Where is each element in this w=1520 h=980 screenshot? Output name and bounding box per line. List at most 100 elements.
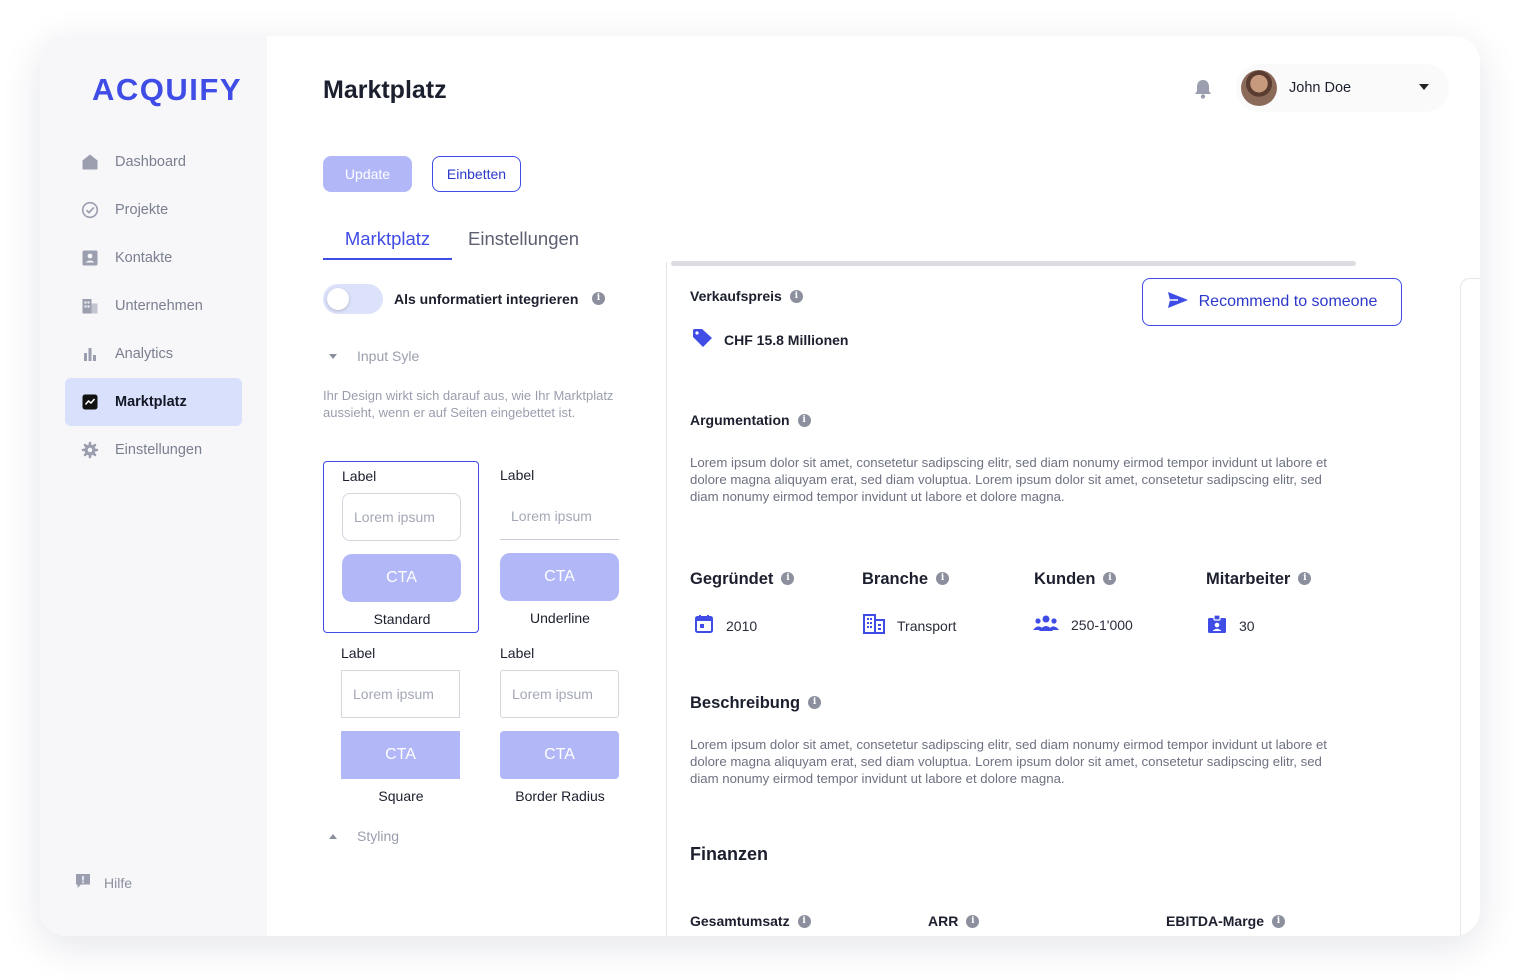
sidebar-item-label: Projekte [115, 202, 169, 218]
caret-down-icon [329, 353, 337, 359]
stat-label-industry: Branche i [862, 570, 950, 589]
user-menu[interactable]: John Doe [1236, 64, 1449, 112]
finance-field-ebitda: EBITDA-Marge i [1166, 913, 1286, 929]
contact-card-icon [81, 249, 99, 267]
sample-label: Label [341, 645, 376, 661]
raw-embed-toggle[interactable] [323, 284, 383, 314]
tab-marktplatz[interactable]: Marktplatz [323, 228, 452, 260]
stat-value: 30 [1239, 617, 1255, 634]
sidebar-item-unternehmen[interactable]: Unternehmen [65, 282, 242, 330]
app-window: ACQUIFY Dashboard Projekte Kontakte Unte… [40, 36, 1480, 936]
stat-industry: Transport [863, 614, 956, 637]
stat-label-text: Branche [862, 570, 929, 588]
people-icon [1033, 614, 1059, 635]
bar-chart-icon [81, 345, 99, 363]
description-text: Lorem ipsum dolor sit amet, consetetur s… [690, 737, 1327, 786]
notification-bell-icon[interactable] [1193, 78, 1213, 105]
field-label-text: Argumentation [690, 412, 790, 428]
sidebar-item-kontakte[interactable]: Kontakte [65, 234, 242, 282]
stat-value: 2010 [726, 617, 758, 634]
info-icon[interactable]: i [936, 572, 950, 586]
sidebar: ACQUIFY Dashboard Projekte Kontakte Unte… [40, 36, 267, 936]
price-value: CHF 15.8 Millionen [692, 328, 848, 351]
sidebar-item-marktplatz[interactable]: Marktplatz [65, 378, 242, 426]
finance-title: Finanzen [690, 844, 769, 864]
design-description: Ihr Design wirkt sich darauf aus, wie Ih… [323, 388, 614, 420]
page-title: Marktplatz [323, 76, 447, 104]
help-chat-icon [74, 872, 92, 893]
stat-label-text: Mitarbeiter [1206, 570, 1291, 588]
style-option-underline[interactable]: Label Lorem ipsum CTA Underline [482, 461, 638, 633]
sidebar-item-label: Kontakte [115, 250, 173, 266]
field-label-text: Beschreibung [690, 694, 801, 712]
stat-founded: 2010 [694, 614, 757, 637]
sidebar-item-analytics[interactable]: Analytics [65, 330, 242, 378]
sample-cta: CTA [500, 553, 619, 601]
field-label-text: Verkaufspreis [690, 288, 782, 304]
input-style-section-toggle[interactable]: Input Syle [329, 348, 419, 364]
sidebar-item-label: Dashboard [115, 154, 186, 170]
logo: ACQUIFY [92, 72, 242, 107]
style-name: Standard [373, 611, 431, 627]
stat-employees: 30 [1207, 614, 1255, 637]
avatar [1241, 70, 1277, 106]
calendar-icon [694, 614, 714, 637]
field-label-text: Gesamtumsatz [690, 913, 790, 929]
info-icon[interactable]: i [1272, 914, 1286, 928]
embed-button[interactable]: Einbetten [432, 156, 521, 192]
styling-section-toggle[interactable]: Styling [329, 828, 399, 844]
sidebar-item-projekte[interactable]: Projekte [65, 186, 242, 234]
info-icon[interactable]: i [1103, 572, 1117, 586]
sidebar-item-einstellungen[interactable]: Einstellungen [65, 426, 242, 474]
section-label: Styling [357, 828, 400, 844]
info-icon[interactable]: i [808, 696, 822, 710]
chevron-down-icon [1419, 84, 1429, 90]
style-name: Square [378, 788, 424, 804]
side-panel-edge [1460, 278, 1480, 936]
check-circle-icon [81, 201, 99, 219]
gear-icon [81, 441, 99, 459]
help-link[interactable]: Hilfe [74, 872, 132, 893]
stat-label-employees: Mitarbeiter i [1206, 570, 1312, 589]
style-option-standard[interactable]: Label Lorem ipsum CTA Standard [323, 461, 479, 633]
update-button[interactable]: Update [323, 156, 412, 192]
info-icon[interactable]: i [797, 914, 811, 928]
sidebar-item-label: Marktplatz [115, 394, 187, 410]
info-icon[interactable]: i [789, 289, 803, 303]
tab-einstellungen[interactable]: Einstellungen [468, 228, 579, 260]
preview-scroll-track[interactable] [671, 261, 1356, 266]
sample-cta: CTA [500, 731, 619, 779]
style-option-border-radius[interactable]: Label Lorem ipsum CTA Border Radius [482, 639, 638, 811]
sample-label: Label [500, 467, 535, 483]
info-icon[interactable]: i [1298, 572, 1312, 586]
sidebar-item-dashboard[interactable]: Dashboard [65, 138, 242, 186]
trend-icon [81, 393, 99, 411]
price-tag-icon [692, 328, 714, 351]
sample-input: Lorem ipsum [342, 493, 461, 541]
finance-field-arr: ARR i [928, 913, 980, 929]
stat-label-text: Gegründet [690, 570, 774, 588]
sample-input: Lorem ipsum [341, 670, 460, 718]
price-label: Verkaufspreis i [690, 288, 803, 304]
argumentation-text: Lorem ipsum dolor sit amet, consetetur s… [690, 455, 1327, 504]
info-icon[interactable]: i [797, 413, 811, 427]
column-divider [666, 262, 667, 936]
style-option-square[interactable]: Label Lorem ipsum CTA Square [323, 639, 479, 811]
sample-label: Label [500, 645, 535, 661]
stat-value: 250-1'000 [1071, 616, 1133, 633]
sample-input: Lorem ipsum [500, 492, 619, 540]
caret-up-icon [329, 833, 337, 839]
building-icon [81, 297, 99, 315]
stat-value: Transport [897, 617, 957, 634]
toggle-label: Als unformatiert integrieren [394, 291, 579, 307]
price-text: CHF 15.8 Millionen [724, 331, 849, 348]
section-label: Input Syle [357, 348, 420, 364]
sample-cta: CTA [342, 554, 461, 602]
recommend-button[interactable]: Recommend to someone [1142, 278, 1402, 326]
finance-field-revenue: Gesamtumsatz i [690, 913, 811, 929]
stat-label-customers: Kunden i [1034, 570, 1117, 589]
info-icon[interactable]: i [592, 292, 605, 305]
info-icon[interactable]: i [781, 572, 795, 586]
info-icon[interactable]: i [966, 914, 980, 928]
help-label: Hilfe [104, 874, 133, 891]
